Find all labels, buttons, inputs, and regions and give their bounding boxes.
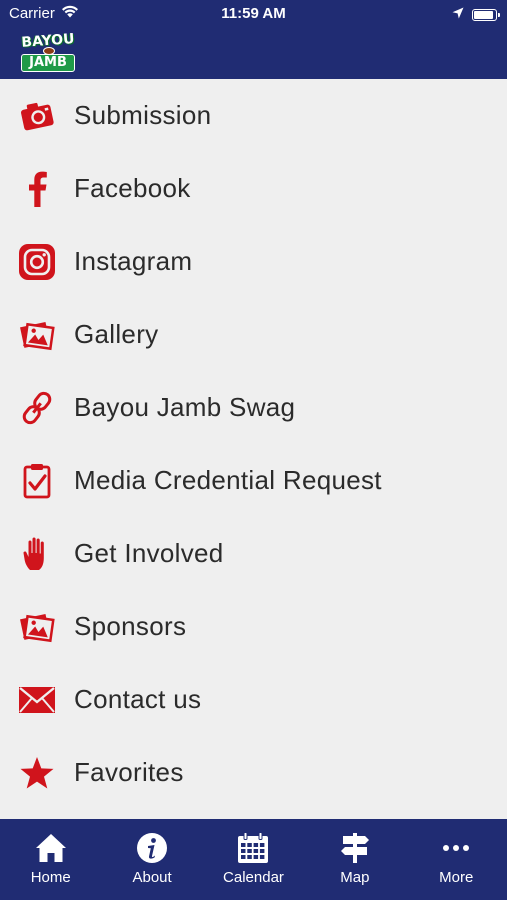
- menu-item-media-credential[interactable]: Media Credential Request: [0, 444, 507, 517]
- menu-item-label: Media Credential Request: [74, 465, 382, 495]
- tab-about[interactable]: About: [101, 819, 202, 900]
- tab-label: About: [132, 869, 172, 886]
- signpost-icon: [304, 831, 405, 865]
- tab-home[interactable]: Home: [0, 819, 101, 900]
- header: Carrier 11:59 AM BAYOU JAMB: [0, 0, 507, 79]
- facebook-icon: [18, 170, 56, 208]
- menu-item-sponsors[interactable]: Sponsors: [0, 590, 507, 663]
- info-icon: [101, 831, 202, 865]
- clipboard-check-icon: [18, 462, 56, 500]
- menu-item-favorites[interactable]: Favorites: [0, 736, 507, 809]
- status-right: [452, 6, 500, 23]
- menu-item-label: Instagram: [74, 246, 193, 276]
- tab-map[interactable]: Map: [304, 819, 405, 900]
- app-logo: BAYOU JAMB: [19, 31, 77, 73]
- menu-item-label: Submission: [74, 100, 212, 130]
- tab-label: Map: [340, 869, 370, 886]
- more-icon: [406, 831, 507, 865]
- menu-item-label: Facebook: [74, 173, 191, 203]
- instagram-icon: [18, 243, 56, 281]
- tab-bar: Home About Calendar Map More: [0, 819, 507, 900]
- tab-label: More: [439, 869, 474, 886]
- menu-item-swag[interactable]: Bayou Jamb Swag: [0, 371, 507, 444]
- tab-calendar[interactable]: Calendar: [203, 819, 304, 900]
- menu-item-label: Gallery: [74, 319, 159, 349]
- home-icon: [0, 831, 101, 865]
- app-screen: Carrier 11:59 AM BAYOU JAMB Submission F…: [0, 0, 507, 900]
- link-icon: [18, 389, 56, 427]
- menu-item-submission[interactable]: Submission: [0, 79, 507, 152]
- envelope-icon: [18, 681, 56, 719]
- logo-bottom-text: JAMB: [21, 54, 75, 72]
- status-bar: Carrier 11:59 AM: [0, 0, 507, 28]
- menu-item-facebook[interactable]: Facebook: [0, 152, 507, 225]
- menu-item-gallery[interactable]: Gallery: [0, 298, 507, 371]
- tab-label: Home: [30, 869, 71, 886]
- camera-icon: [18, 97, 56, 135]
- menu-item-get-involved[interactable]: Get Involved: [0, 517, 507, 590]
- status-time: 11:59 AM: [221, 5, 286, 22]
- menu-item-instagram[interactable]: Instagram: [0, 225, 507, 298]
- menu-item-label: Bayou Jamb Swag: [74, 392, 296, 422]
- tab-more[interactable]: More: [406, 819, 507, 900]
- calendar-icon: [203, 831, 304, 865]
- star-icon: [18, 754, 56, 792]
- tab-label: Calendar: [223, 869, 284, 886]
- hand-icon: [18, 535, 56, 573]
- menu-item-label: Get Involved: [74, 538, 224, 568]
- menu-item-label: Contact us: [74, 684, 202, 714]
- location-arrow-icon: [452, 6, 464, 23]
- battery-icon: [472, 8, 500, 21]
- menu-item-label: Sponsors: [74, 611, 187, 641]
- gallery-icon: [18, 316, 56, 354]
- menu-item-label: Favorites: [74, 757, 184, 787]
- menu-item-contact-us[interactable]: Contact us: [0, 663, 507, 736]
- gallery-icon: [18, 608, 56, 646]
